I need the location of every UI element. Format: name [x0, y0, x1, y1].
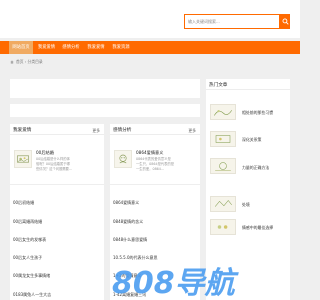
hot-item-title[interactable]: 相处前的那些习惯	[242, 110, 273, 116]
sidebar-header: 热门文章	[206, 79, 290, 90]
doodle-image	[17, 155, 29, 163]
list-item[interactable]: 00后离婚再结婚	[13, 219, 42, 225]
hot-item-title[interactable]: 处境	[242, 202, 250, 208]
subnav-panel	[10, 104, 200, 117]
section-title: 感情分析	[113, 128, 132, 133]
banner-panel	[10, 79, 200, 98]
doodle-image	[119, 154, 127, 164]
nav-item-resources[interactable]: 我爱资源	[109, 41, 133, 54]
divider	[10, 184, 104, 185]
doodle-image	[215, 162, 231, 171]
section-title: 我爱爱情	[13, 128, 32, 133]
list-item[interactable]: 0848什么意思爱情	[113, 237, 147, 243]
doodle-image	[214, 200, 232, 207]
hot-thumbnail[interactable]	[210, 196, 236, 212]
watermark-logo: 808导航	[112, 266, 240, 300]
more-link[interactable]: 更多	[188, 128, 196, 134]
nav-item-home[interactable]: 网站首页	[9, 41, 33, 54]
list-item[interactable]: 10.5.5.0的代表什么意思	[113, 255, 158, 261]
breadcrumb-text[interactable]: 首页 › 分类目录	[16, 59, 43, 65]
nav-item-analysis[interactable]: 感情分析	[59, 41, 83, 54]
doodle-image	[217, 225, 228, 229]
featured-desc: 0864代表的爱情意义是 一生只，0864是代表的是 一生的爱，0864...	[136, 157, 175, 172]
more-link[interactable]: 更多	[92, 128, 100, 134]
header: 输入关键词搜索...	[0, 0, 300, 38]
featured-title[interactable]: 00后结婚	[36, 150, 54, 156]
breadcrumb: 首页 › 分类目录	[10, 59, 43, 65]
doodle-image	[213, 109, 233, 116]
divider	[110, 184, 200, 185]
search-input[interactable]: 输入关键词搜索...	[184, 14, 280, 29]
featured-desc: 00后结婚是什么样的体 验呢？00后结婚属于哪 些情况？这个问题需要...	[36, 157, 73, 172]
list-item[interactable]: 00后女人生孩子	[13, 255, 42, 261]
search-button[interactable]	[280, 14, 290, 29]
list-item[interactable]: 00后初结婚	[13, 200, 34, 206]
list-item[interactable]: 0864爱情意义	[113, 200, 139, 206]
featured-title[interactable]: 0864爱情意义	[136, 150, 163, 156]
hot-thumbnail[interactable]	[210, 219, 236, 235]
home-icon	[10, 60, 14, 64]
featured-thumbnail[interactable]	[114, 150, 132, 168]
doodle-image	[215, 135, 231, 143]
hot-item-title[interactable]: 情感中的最佳选择	[242, 225, 273, 231]
search-icon	[282, 18, 289, 25]
hot-item-title[interactable]: 力量的正确方法	[242, 165, 269, 171]
hot-thumbnail[interactable]	[210, 158, 236, 174]
nav-item-love[interactable]: 我爱爱情	[34, 41, 59, 54]
watermark-text: 808导航	[112, 266, 240, 300]
section-header: 感情分析 更多	[110, 124, 200, 135]
main-nav: 网站首页 我爱爱情 感情分析 我爱爱情 我爱资源	[0, 41, 300, 54]
hot-thumbnail[interactable]	[210, 131, 236, 147]
hot-thumbnail[interactable]	[210, 104, 236, 120]
sidebar-title: 热门文章	[209, 83, 228, 88]
list-item[interactable]: 0848爱情的含义	[113, 219, 143, 225]
hot-item-title[interactable]: 深化关系策	[242, 137, 261, 143]
list-item[interactable]: 00属龙女生多事情绪	[13, 273, 50, 279]
list-item[interactable]: 0183属兔人一生大吉	[13, 292, 51, 298]
featured-thumbnail[interactable]	[14, 150, 32, 168]
section-love: 我爱爱情 更多 00后结婚 00后结婚是什么样的体 验呢？00后结婚属于哪 些情…	[10, 124, 104, 300]
list-item[interactable]: 00后女生的发嗲表	[13, 237, 46, 243]
section-header: 我爱爱情 更多	[10, 124, 104, 135]
nav-item-love-2[interactable]: 我爱爱情	[84, 41, 108, 54]
